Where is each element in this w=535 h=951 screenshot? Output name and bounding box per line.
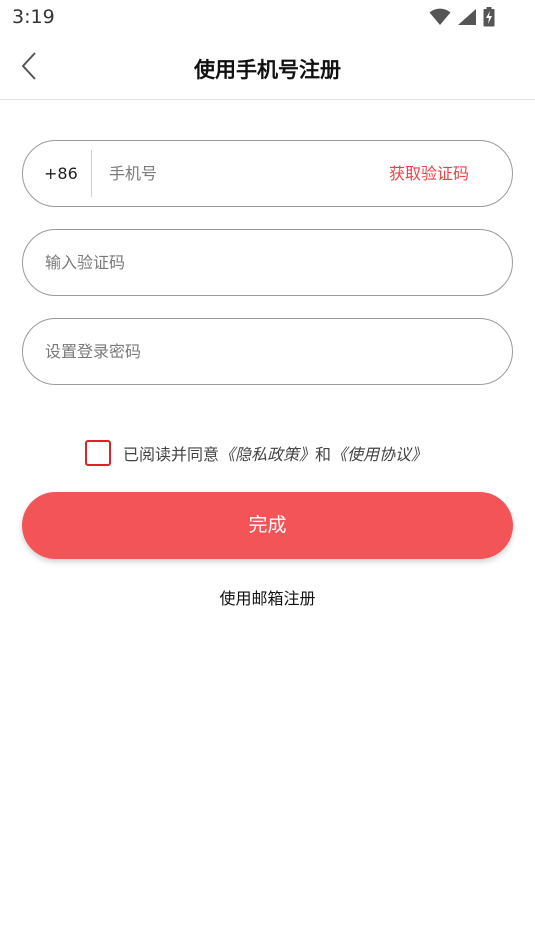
page-title: 使用手机号注册 [194,58,341,82]
password-input[interactable] [45,319,485,384]
agreement-checkbox[interactable] [85,440,111,466]
wifi-icon [429,8,451,26]
status-bar: 3:19 [0,0,535,36]
country-code[interactable]: +86 [44,141,78,206]
agreement-row: 已阅读并同意 《隐私政策》 和 《使用协议》 [85,439,427,467]
battery-charging-icon [483,7,495,27]
agreement-prefix-text: 已阅读并同意 [123,445,220,464]
status-icons [429,6,495,28]
cell-signal-icon [457,8,477,26]
verification-code-input[interactable] [45,230,485,295]
get-code-button[interactable]: 获取验证码 [389,141,469,206]
phone-input[interactable] [109,141,369,206]
verification-code-field [22,229,513,296]
nav-bar: 使用手机号注册 [0,36,535,100]
agreement-connector-text: 和 [315,445,332,464]
status-time: 3:19 [12,6,55,28]
phone-field: +86 获取验证码 [22,140,513,207]
email-register-link[interactable]: 使用邮箱注册 [0,585,535,609]
country-code-divider [91,150,92,197]
password-field [22,318,513,385]
submit-button[interactable]: 完成 [22,492,513,559]
privacy-policy-link[interactable]: 《隐私政策》 [219,441,315,465]
terms-of-use-link[interactable]: 《使用协议》 [331,441,427,465]
